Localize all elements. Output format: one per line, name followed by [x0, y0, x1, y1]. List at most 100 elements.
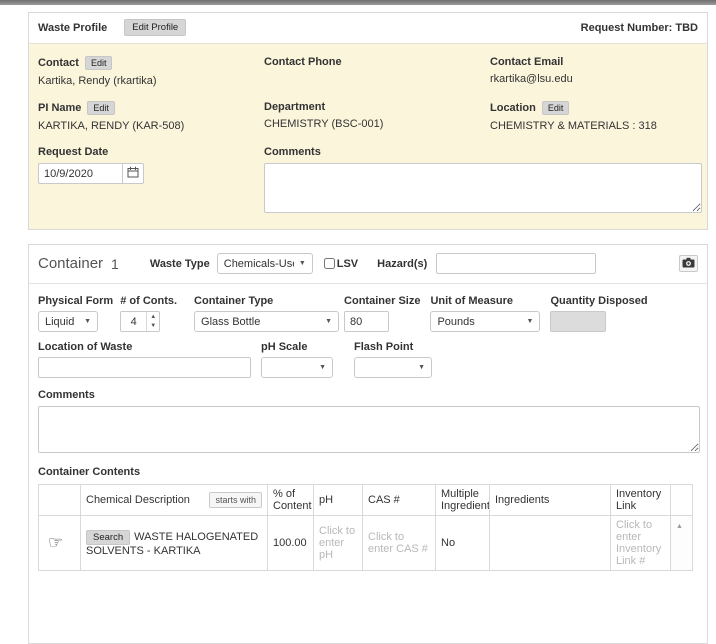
location-of-waste-field: Location of Waste — [38, 341, 251, 378]
table-scrollbar[interactable]: ▲ — [671, 516, 693, 571]
location-value: CHEMISTRY & MATERIALS : 318 — [490, 120, 698, 132]
physical-form-label: Physical Form — [38, 295, 113, 307]
calendar-button[interactable] — [122, 163, 144, 184]
spinner-down-icon[interactable]: ▼ — [147, 322, 159, 332]
column-header-chemical-description: Chemical Description starts with — [81, 485, 268, 516]
calendar-icon — [127, 166, 139, 181]
ph-scale-field: pH Scale ▼ — [261, 341, 333, 378]
container-contents-table: Chemical Description starts with % of Co… — [38, 484, 693, 571]
ph-scale-select[interactable]: ▼ — [261, 357, 333, 378]
container-comments-textarea[interactable] — [38, 406, 700, 453]
container-number: 1 — [111, 256, 119, 272]
waste-profile-header: Waste Profile Edit Profile Request Numbe… — [29, 13, 707, 43]
quantity-disposed-field: Quantity Disposed — [550, 295, 647, 332]
department-field: Department CHEMISTRY (BSC-001) — [264, 101, 490, 132]
multiple-ingredients-cell[interactable]: No — [436, 516, 490, 571]
container-size-label: Container Size — [344, 295, 420, 307]
container-type-select[interactable]: Glass Bottle ▼ — [194, 311, 339, 332]
percent-of-content-cell[interactable]: 100.00 — [268, 516, 314, 571]
container-type-value: Glass Bottle — [201, 316, 320, 328]
top-divider-bar — [0, 0, 716, 5]
column-header-percent-of-content: % of Content — [268, 485, 314, 516]
location-label: Location — [490, 102, 536, 114]
chevron-down-icon: ▼ — [299, 260, 306, 267]
waste-type-label: Waste Type — [150, 258, 210, 270]
unit-of-measure-field: Unit of Measure Pounds ▼ — [430, 295, 540, 332]
contact-phone-label: Contact Phone — [264, 56, 342, 68]
profile-comments-textarea[interactable] — [264, 163, 702, 213]
lsv-label: LSV — [337, 258, 358, 270]
waste-type-value: Chemicals-Used — [224, 258, 294, 270]
num-conts-label: # of Conts. — [120, 295, 177, 307]
camera-icon — [682, 256, 695, 271]
request-date-input[interactable] — [38, 163, 122, 184]
column-header-ingredients: Ingredients — [490, 485, 611, 516]
container-type-field: Container Type Glass Bottle ▼ — [194, 295, 339, 332]
contact-phone-field: Contact Phone — [264, 56, 490, 87]
unit-of-measure-value: Pounds — [437, 316, 521, 328]
flash-point-select[interactable]: ▼ — [354, 357, 432, 378]
location-field: Location Edit CHEMISTRY & MATERIALS : 31… — [490, 101, 698, 132]
chemical-description-cell[interactable]: SearchWASTE HALOGENATED SOLVENTS - KARTI… — [81, 516, 268, 571]
chevron-down-icon: ▼ — [84, 318, 91, 325]
container-size-field: Container Size — [344, 295, 420, 332]
pi-name-label: PI Name — [38, 102, 81, 114]
chevron-down-icon: ▼ — [418, 364, 425, 371]
contact-email-value: rkartika@lsu.edu — [490, 73, 698, 85]
waste-type-select[interactable]: Chemicals-Used ▼ — [217, 253, 313, 274]
location-edit-button[interactable]: Edit — [542, 101, 570, 115]
container-size-input[interactable] — [344, 311, 389, 332]
container-comments-label: Comments — [38, 389, 698, 401]
table-row: ☞ SearchWASTE HALOGENATED SOLVENTS - KAR… — [39, 516, 693, 571]
column-header-multiple-ingredients: Multiple Ingredients — [436, 485, 490, 516]
location-of-waste-input[interactable] — [38, 357, 251, 378]
quantity-disposed-label: Quantity Disposed — [550, 295, 647, 307]
waste-profile-panel: Waste Profile Edit Profile Request Numbe… — [28, 12, 708, 230]
lsv-checkbox[interactable] — [324, 258, 335, 269]
contact-email-field: Contact Email rkartika@lsu.edu — [490, 56, 698, 87]
flash-point-label: Flash Point — [354, 341, 432, 353]
column-header-inventory-link: Inventory Link — [611, 485, 671, 516]
table-scrollbar-header — [671, 485, 693, 516]
starts-with-button[interactable]: starts with — [209, 492, 262, 508]
contact-edit-button[interactable]: Edit — [85, 56, 113, 70]
unit-of-measure-label: Unit of Measure — [430, 295, 540, 307]
department-label: Department — [264, 101, 325, 113]
chevron-down-icon: ▼ — [325, 318, 332, 325]
container-panel: Container 1 Waste Type Chemicals-Used ▼ … — [28, 244, 708, 644]
contact-email-label: Contact Email — [490, 56, 563, 68]
container-type-label: Container Type — [194, 295, 339, 307]
page-title: Waste Profile — [38, 22, 107, 34]
num-conts-stepper[interactable]: 4 ▲ ▼ — [120, 311, 160, 332]
column-header-cas: CAS # — [363, 485, 436, 516]
request-date-field: Request Date — [38, 146, 264, 213]
request-number: Request Number: TBD — [581, 22, 698, 34]
ingredients-cell[interactable] — [490, 516, 611, 571]
contact-label: Contact — [38, 57, 79, 69]
ph-cell[interactable]: Click to enter pH — [314, 516, 363, 571]
contact-value: Kartika, Rendy (rkartika) — [38, 75, 264, 87]
camera-button[interactable] — [679, 255, 698, 272]
table-scrollbar-up-icon[interactable]: ▲ — [676, 519, 687, 530]
edit-profile-button[interactable]: Edit Profile — [124, 19, 186, 36]
profile-comments-label: Comments — [264, 146, 321, 158]
waste-profile-body: Contact Edit Kartika, Rendy (rkartika) C… — [29, 43, 707, 229]
location-of-waste-label: Location of Waste — [38, 341, 251, 353]
physical-form-value: Liquid — [45, 316, 79, 328]
chevron-down-icon: ▼ — [527, 318, 534, 325]
inventory-link-cell[interactable]: Click to enter Inventory Link # — [611, 516, 671, 571]
contact-field: Contact Edit Kartika, Rendy (rkartika) — [38, 56, 264, 87]
pi-name-edit-button[interactable]: Edit — [87, 101, 115, 115]
row-selector-cell: ☞ — [39, 516, 81, 571]
hazards-input[interactable] — [436, 253, 596, 274]
physical-form-select[interactable]: Liquid ▼ — [38, 311, 98, 332]
department-value: CHEMISTRY (BSC-001) — [264, 118, 490, 130]
search-button[interactable]: Search — [86, 530, 130, 545]
chevron-down-icon: ▼ — [319, 364, 326, 371]
spinner-up-icon[interactable]: ▲ — [147, 312, 159, 322]
profile-comments-field: Comments — [264, 146, 698, 213]
row-pointer-icon: ☞ — [44, 533, 63, 552]
cas-cell[interactable]: Click to enter CAS # — [363, 516, 436, 571]
container-title: Container — [38, 255, 103, 272]
unit-of-measure-select[interactable]: Pounds ▼ — [430, 311, 540, 332]
